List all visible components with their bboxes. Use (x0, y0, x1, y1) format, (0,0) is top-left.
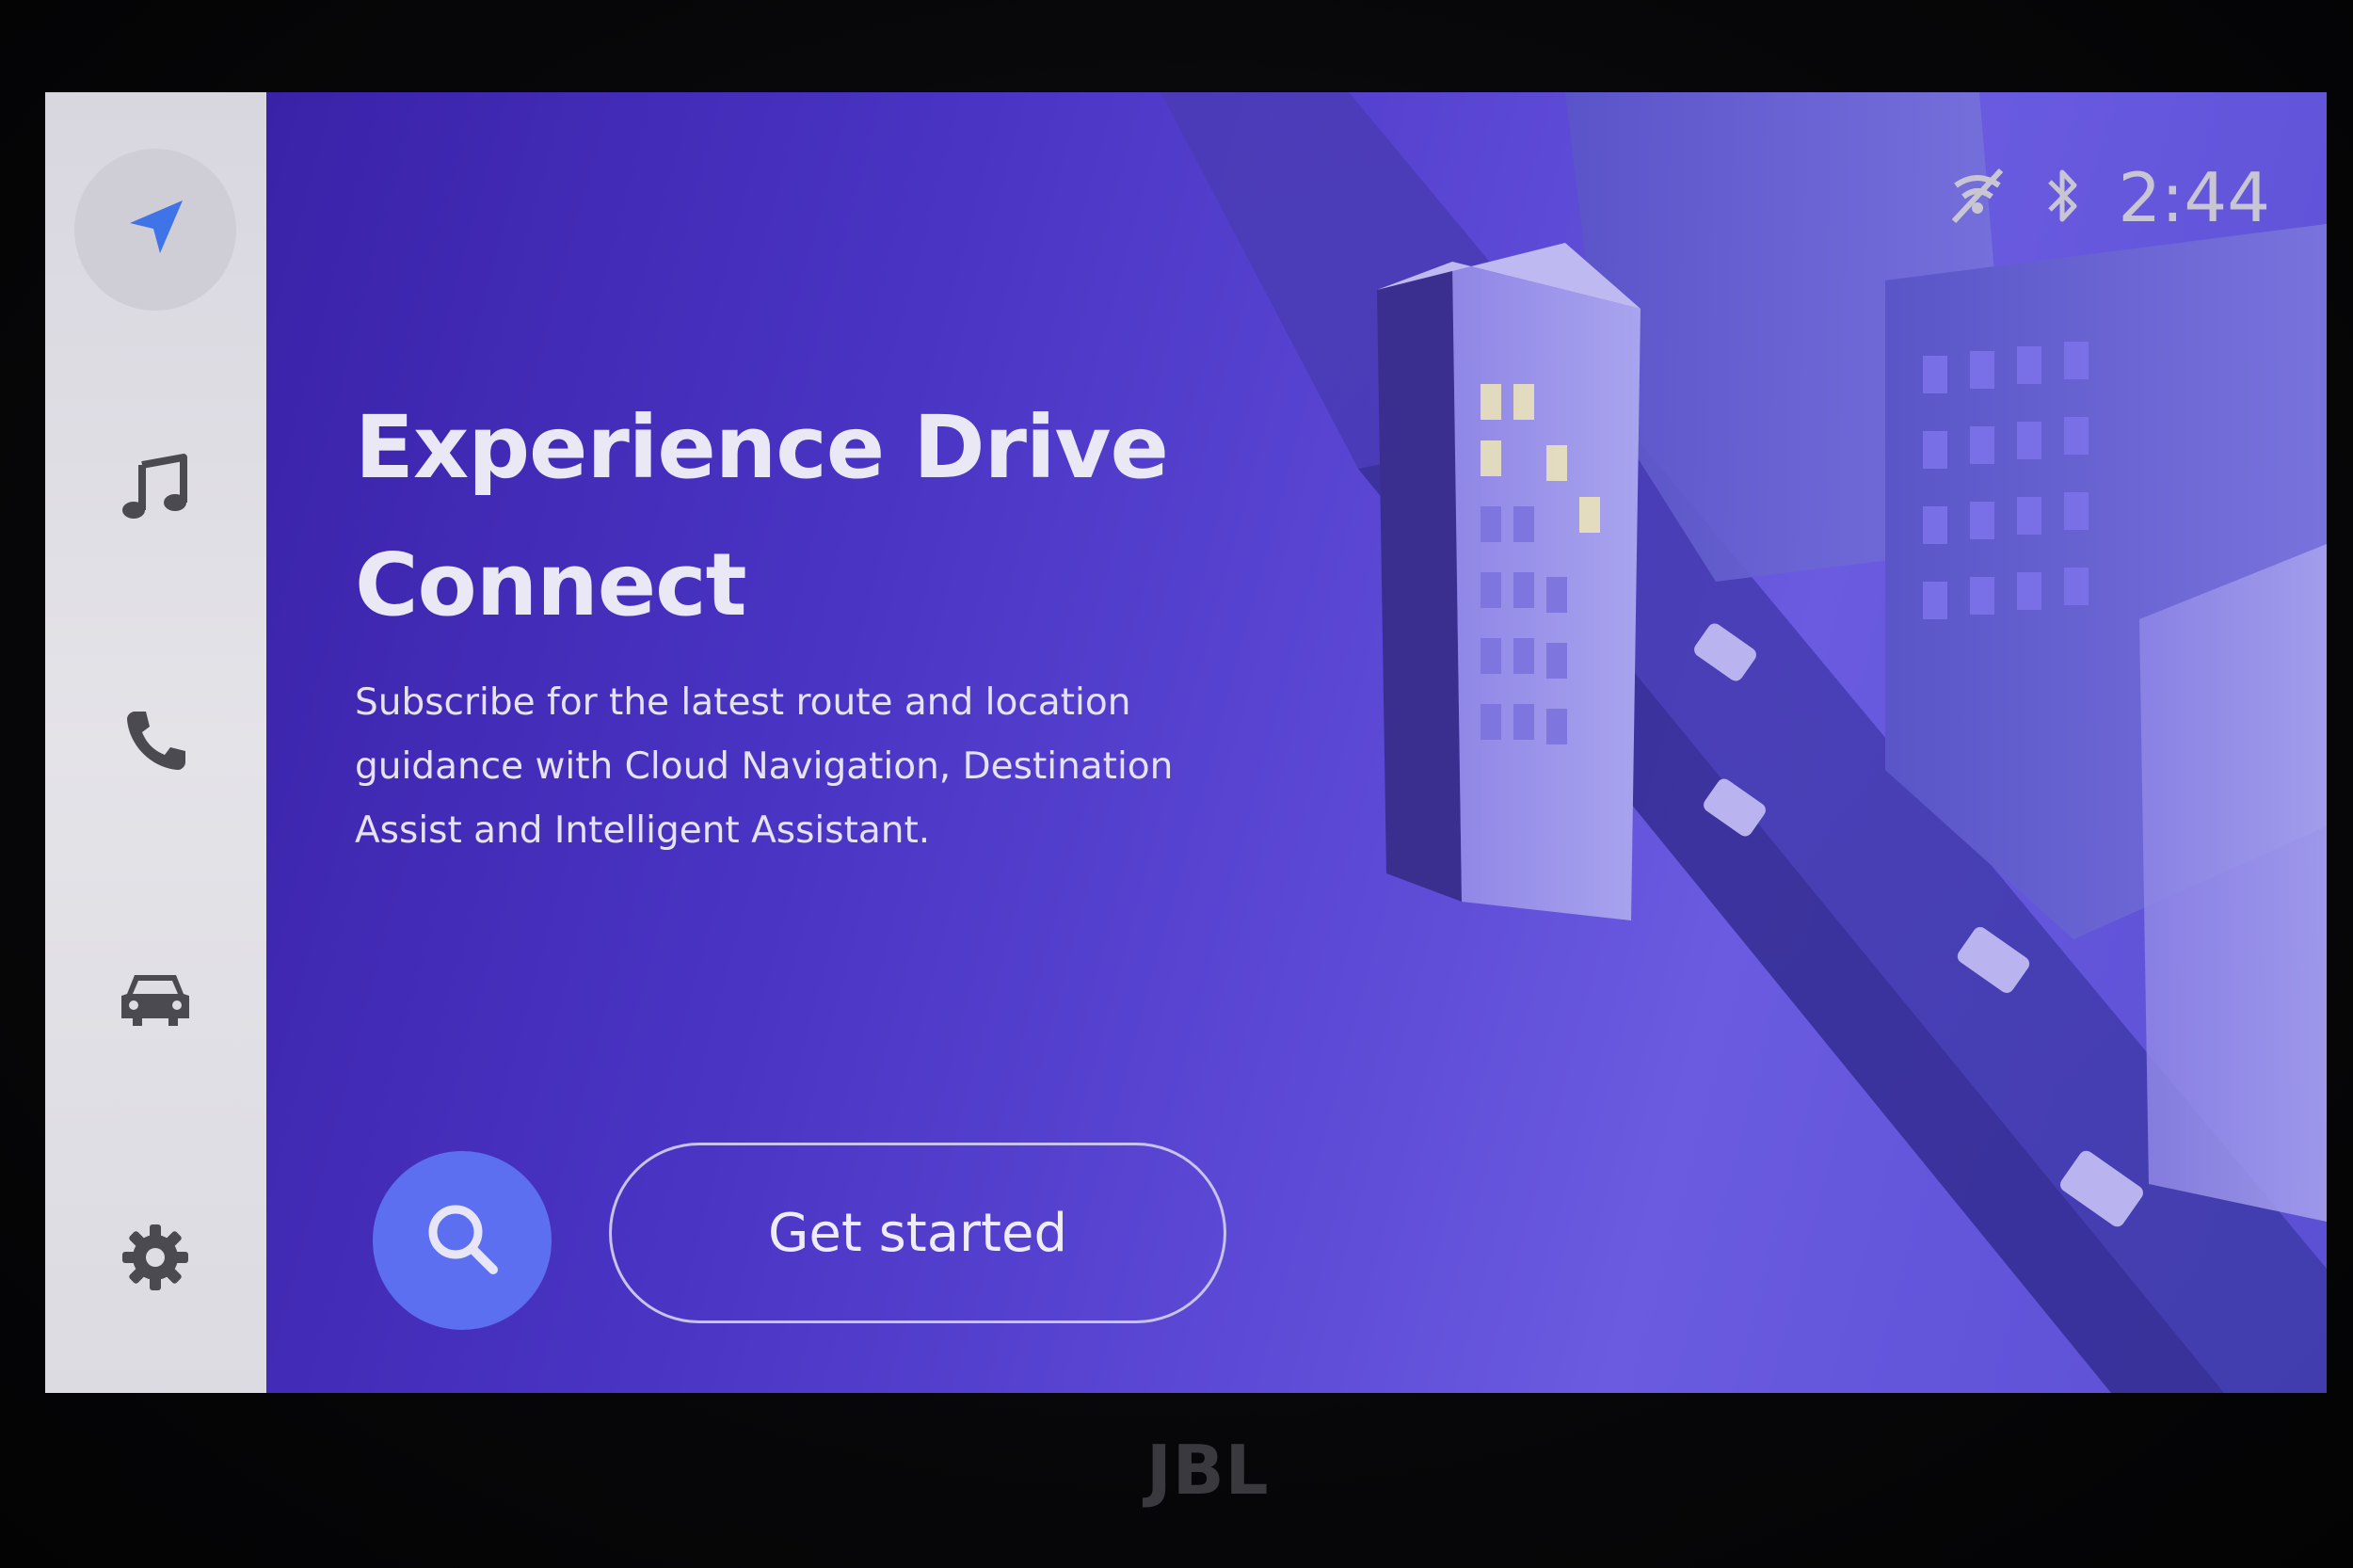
search-icon (420, 1196, 504, 1285)
music-note-icon (118, 450, 193, 529)
get-started-button[interactable]: Get started (609, 1143, 1226, 1323)
bluetooth-icon (2046, 167, 2080, 229)
sidebar-item-navigation[interactable] (74, 149, 236, 311)
infotainment-screen: 2:44 Experience Drive Connect Subscribe … (45, 92, 2327, 1393)
sidebar-item-settings[interactable] (74, 1178, 236, 1340)
title-line-2: Connect (355, 535, 747, 635)
brand-logo: JBL (1146, 1431, 1270, 1510)
gear-icon (120, 1223, 190, 1296)
search-button[interactable] (373, 1151, 552, 1330)
description-line-1: Subscribe for the latest route and locat… (355, 681, 1131, 724)
phone-icon (121, 706, 189, 777)
title-line-1: Experience Drive (355, 397, 1169, 498)
clock: 2:44 (2118, 158, 2270, 237)
sidebar-item-music[interactable] (74, 408, 236, 570)
sidebar (45, 92, 266, 1393)
status-bar: 2:44 (1946, 158, 2270, 237)
description-line-2: guidance with Cloud Navigation, Destinat… (355, 745, 1174, 788)
page-title: Experience Drive Connect (355, 379, 1296, 654)
main-panel: 2:44 Experience Drive Connect Subscribe … (266, 92, 2327, 1393)
no-connection-icon (1946, 167, 2009, 229)
promo-description: Subscribe for the latest route and locat… (355, 671, 1296, 863)
description-line-3: Assist and Intelligent Assistant. (355, 809, 931, 852)
sidebar-item-vehicle[interactable] (74, 920, 236, 1082)
car-icon (118, 969, 193, 1033)
navigation-arrow-icon (122, 195, 188, 264)
sidebar-item-phone[interactable] (74, 661, 236, 823)
